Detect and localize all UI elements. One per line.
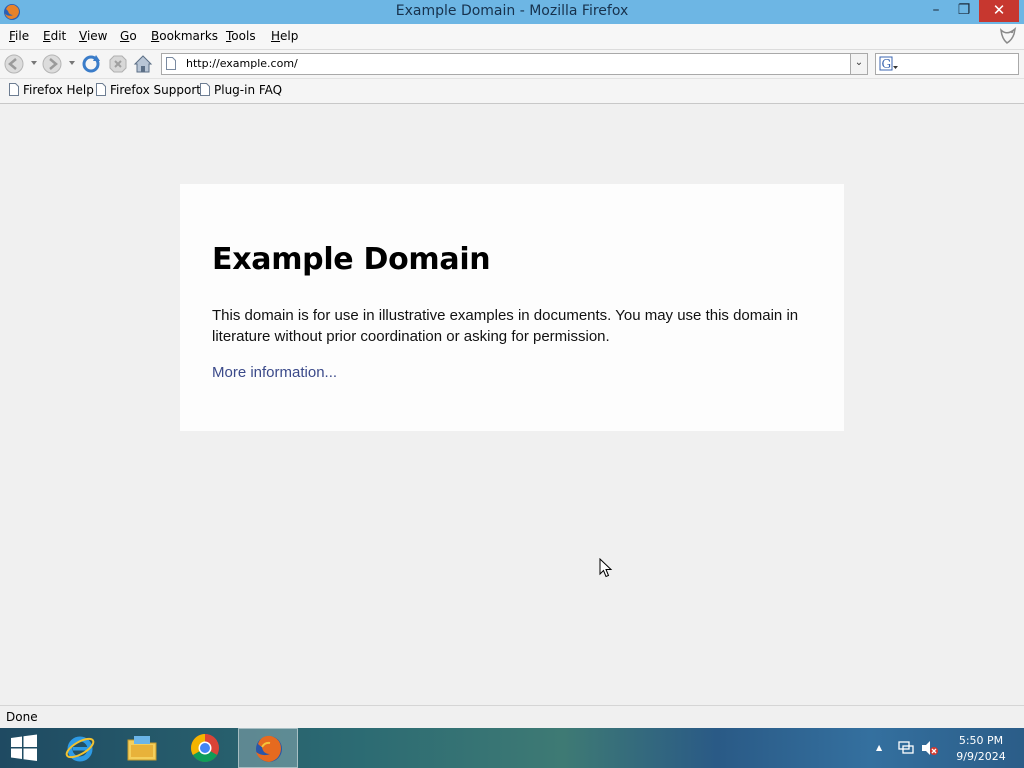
page-content: Example Domain This domain is for use in… (0, 104, 1024, 705)
back-history-caret[interactable] (31, 61, 37, 65)
window-title: Example Domain - Mozilla Firefox (395, 3, 629, 19)
more-information-link[interactable]: More information... (212, 364, 337, 381)
url-input[interactable] (186, 56, 836, 71)
stop-icon[interactable] (107, 53, 129, 75)
menu-file[interactable]: File (9, 29, 29, 43)
throbber-icon (1000, 26, 1017, 44)
minimize-button[interactable]: – (922, 0, 950, 22)
bookmark-firefox-support[interactable]: Firefox Support (96, 83, 201, 99)
reload-icon[interactable] (80, 53, 102, 75)
search-engine-icon[interactable]: G (879, 56, 899, 72)
taskbar-firefox[interactable] (238, 728, 298, 768)
menu-bookmarks[interactable]: Bookmarks (151, 29, 218, 43)
content-card: Example Domain This domain is for use in… (180, 184, 844, 431)
firefox-icon (256, 735, 282, 762)
bookmark-page-icon (96, 83, 106, 96)
close-button[interactable]: ✕ (979, 0, 1019, 22)
bookmarks-toolbar: Firefox Help Firefox Support Plug-in FAQ (0, 79, 1024, 104)
page-icon (166, 57, 176, 70)
mouse-cursor-icon (599, 558, 613, 578)
forward-icon[interactable] (41, 53, 63, 75)
taskbar-chrome[interactable] (175, 728, 235, 768)
title-bar: Example Domain - Mozilla Firefox – ❐ ✕ (0, 0, 1024, 24)
url-history-dropdown[interactable]: ⌄ (850, 54, 867, 74)
menu-bar: File Edit View Go Bookmarks Tools Help (0, 24, 1024, 50)
chrome-icon (191, 734, 219, 762)
home-icon[interactable] (132, 53, 154, 75)
bookmark-page-icon (200, 83, 210, 96)
svg-text:G: G (882, 57, 892, 71)
menu-help[interactable]: Help (271, 29, 298, 43)
system-clock[interactable]: 5:50 PM 9/9/2024 (948, 733, 1014, 765)
navigation-toolbar: ⌄ G (0, 50, 1024, 79)
address-bar[interactable]: ⌄ (161, 53, 868, 75)
windows-taskbar: ▲ 5:50 PM 9/9/2024 (0, 728, 1024, 768)
status-text: Done (6, 710, 38, 724)
status-bar: Done (0, 705, 1024, 728)
back-icon[interactable] (3, 53, 25, 75)
taskbar-internet-explorer[interactable] (50, 728, 110, 768)
page-description: This domain is for use in illustrative e… (212, 307, 799, 345)
network-icon[interactable] (897, 740, 915, 756)
bookmark-plugin-faq[interactable]: Plug-in FAQ (200, 83, 282, 99)
menu-view[interactable]: View (79, 29, 107, 43)
folder-icon (127, 736, 157, 761)
bookmark-firefox-help[interactable]: Firefox Help (9, 83, 94, 99)
show-hidden-icons-button[interactable]: ▲ (876, 743, 882, 752)
taskbar-file-explorer[interactable] (112, 728, 172, 768)
search-input[interactable] (902, 56, 1016, 73)
restore-button[interactable]: ❐ (950, 0, 978, 22)
menu-tools[interactable]: Tools (226, 29, 256, 43)
clock-time: 5:50 PM (958, 734, 1004, 747)
bookmark-page-icon (9, 83, 19, 96)
windows-logo-icon (11, 734, 37, 761)
forward-history-caret[interactable] (69, 61, 75, 65)
volume-muted-icon[interactable] (921, 740, 939, 756)
page-heading: Example Domain (212, 242, 491, 277)
internet-explorer-icon (65, 736, 95, 762)
search-bar[interactable]: G (875, 53, 1019, 75)
clock-date: 9/9/2024 (956, 750, 1006, 763)
menu-edit[interactable]: Edit (43, 29, 66, 43)
menu-go[interactable]: Go (120, 29, 137, 43)
